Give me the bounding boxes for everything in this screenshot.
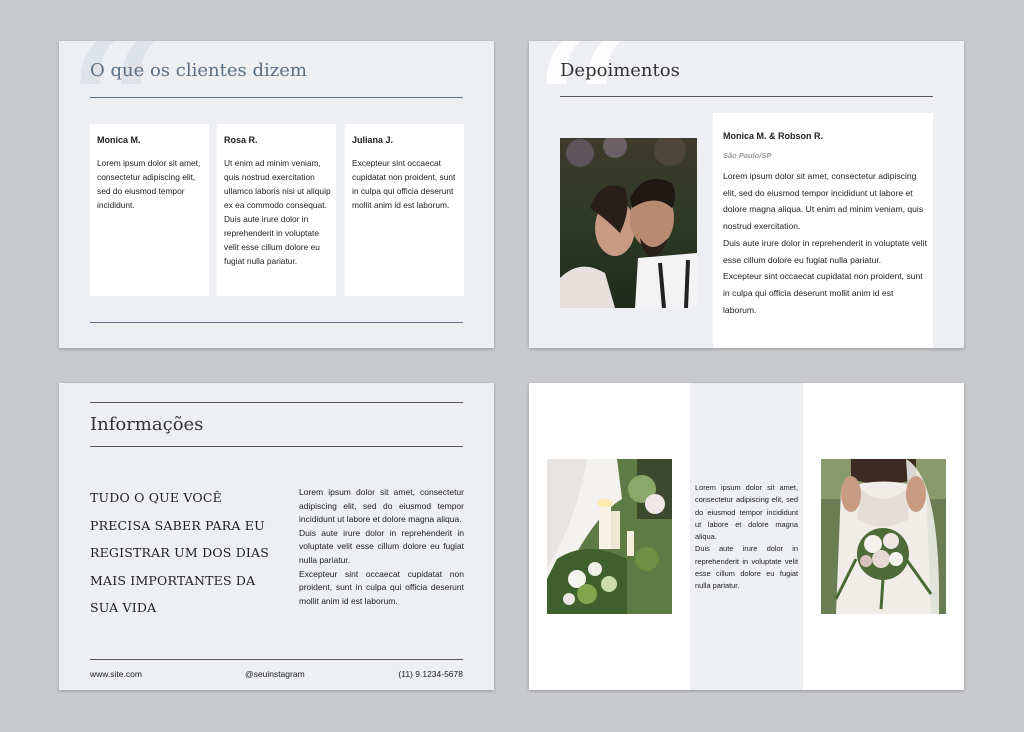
card-name: Rosa R. [224, 135, 258, 145]
slide3-title: Informações [90, 414, 204, 435]
info-text: Lorem ipsum dolor sit amet, consectetur … [299, 486, 464, 608]
footer-instagram: @seuinstagram [245, 669, 305, 679]
gallery-paragraph: Duis aute irure dolor in reprehenderit i… [695, 544, 798, 591]
slide1-title: O que os clientes dizem [90, 60, 307, 81]
footer-phone: (11) 9.1234-5678 [398, 669, 463, 679]
slide1-bottom-rule [90, 322, 463, 323]
testimonial-paragraph: Lorem ipsum dolor sit amet, consectetur … [723, 171, 924, 232]
card-text: Excepteur sint occaecat cupidatat non pr… [352, 158, 456, 210]
testimonial-card: Juliana J. Excepteur sint occaecat cupid… [345, 124, 464, 296]
info-heading-line: SUA VIDA [90, 600, 157, 615]
gallery-paragraph: Lorem ipsum dolor sit amet, consectetur … [695, 483, 798, 542]
gallery-text: Lorem ipsum dolor sit amet, consectetur … [695, 482, 798, 593]
slide3-footer-rule [90, 659, 463, 660]
info-heading: TUDO O QUE VOCÊ PRECISA SABER PARA EU RE… [90, 484, 270, 622]
footer-site: www.site.com [90, 669, 142, 679]
slide2-title: Depoimentos [560, 60, 680, 81]
slide-galeria: Lorem ipsum dolor sit amet, consectetur … [529, 383, 964, 690]
couple-photo [560, 138, 697, 308]
slide2-top-rule [560, 96, 933, 97]
info-heading-line: MAIS IMPORTANTES DA [90, 572, 256, 588]
info-paragraph: Excepteur sint occaecat cupidatat non pr… [299, 568, 464, 606]
testimonial-paragraph: Duis aute irure dolor in reprehenderit i… [723, 237, 927, 265]
bride-photo [821, 459, 946, 614]
testimonial-card: Monica M. Lorem ipsum dolor sit amet, co… [90, 124, 209, 296]
info-heading-line: REGISTRAR UM DOS DIAS [90, 545, 270, 560]
slide-clientes: “ O que os clientes dizem Monica M. Lore… [59, 41, 494, 348]
testimonial-location: São Paulo/SP [723, 151, 772, 160]
info-paragraph: Lorem ipsum dolor sit amet, consectetur … [299, 487, 464, 525]
slide1-top-rule [90, 97, 463, 98]
card-text: Ut enim ad minim veniam, quis nostrud ex… [224, 158, 331, 266]
couple-photo-image [560, 138, 697, 308]
info-heading-line: PRECISA SABER PARA EU [90, 517, 265, 533]
card-name: Juliana J. [352, 135, 394, 145]
slide-depoimentos: “ Depoimentos [529, 41, 964, 348]
testimonial-panel: Monica M. & Robson R. São Paulo/SP Lorem… [713, 113, 933, 348]
slide-informacoes: Informações TUDO O QUE VOCÊ PRECISA SABE… [59, 383, 494, 690]
slide3-mid-rule [90, 446, 463, 447]
candles-photo-image [547, 459, 672, 614]
testimonial-name: Monica M. & Robson R. [723, 131, 823, 141]
bride-photo-image [821, 459, 946, 614]
testimonial-text: Lorem ipsum dolor sit amet, consectetur … [723, 168, 928, 318]
testimonial-paragraph: Excepteur sint occaecat cupidatat non pr… [723, 271, 923, 315]
card-name: Monica M. [97, 135, 141, 145]
card-text: Lorem ipsum dolor sit amet, consectetur … [97, 158, 201, 210]
testimonial-card: Rosa R. Ut enim ad minim veniam, quis no… [217, 124, 336, 296]
info-heading-line: TUDO O QUE VOCÊ [90, 490, 222, 505]
candles-photo [547, 459, 672, 614]
slide3-top-rule [90, 402, 463, 403]
info-paragraph: Duis aute irure dolor in reprehenderit i… [299, 527, 464, 565]
